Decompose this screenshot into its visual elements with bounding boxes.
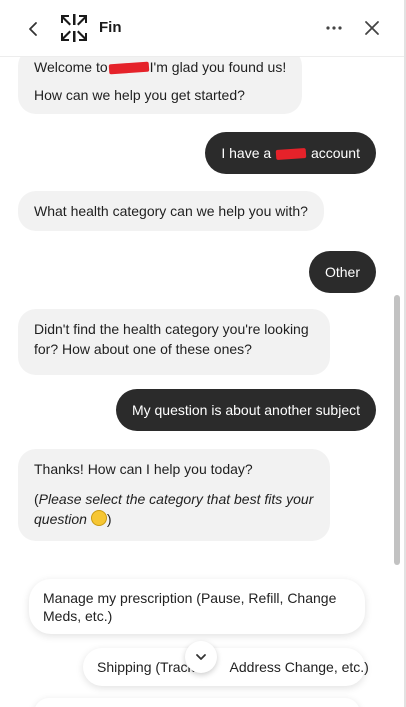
- user-account-text-start: I have a: [221, 145, 272, 161]
- option-partial[interactable]: [34, 698, 360, 707]
- scroll-down-button[interactable]: [185, 641, 217, 673]
- help-question: Thanks! How can I help you today?: [34, 461, 253, 477]
- note-close-paren: ): [106, 511, 112, 527]
- option-shipping[interactable]: Shipping (Track Address Change, etc.): [83, 648, 369, 686]
- welcome-text-start: Welcome to: [34, 59, 108, 75]
- option-manage-prescription[interactable]: Manage my prescription (Pause, Refill, C…: [29, 579, 365, 634]
- user-message-account: I have a account: [205, 132, 376, 174]
- welcome-text-end: I'm glad you found us!: [149, 59, 287, 75]
- help-note: (Please select the category that best fi…: [34, 489, 314, 529]
- smiley-icon: [90, 510, 107, 526]
- welcome-line: Welcome to I'm glad you found us!: [34, 57, 286, 77]
- chat-panel: Fin Welcome to I'm glad you found us! How…: [0, 0, 406, 707]
- redaction-mark: [108, 61, 149, 75]
- more-options-icon[interactable]: [323, 17, 345, 39]
- welcome-question: How can we help you get started?: [34, 87, 245, 103]
- shipping-text-start: Shipping (Track: [97, 659, 195, 675]
- close-icon[interactable]: [362, 18, 382, 38]
- bot-message-category: What health category can we help you wit…: [18, 191, 324, 231]
- shipping-text-end: Address Change, etc.): [229, 659, 369, 675]
- user-message-other: Other: [308, 251, 376, 293]
- conversation-area[interactable]: Welcome to I'm glad you found us! How can…: [0, 56, 404, 707]
- back-arrow-icon[interactable]: [24, 19, 44, 39]
- user-account-text-end: account: [310, 145, 360, 161]
- bot-message-help: Thanks! How can I help you today? (Pleas…: [18, 449, 330, 541]
- user-message-subject: My question is about another subject: [115, 389, 376, 431]
- chat-title: Fin: [99, 19, 122, 36]
- chat-header: Fin: [0, 0, 404, 57]
- redaction-mark: [275, 148, 307, 161]
- bot-message-suggestions: Didn't find the health category you're l…: [18, 309, 330, 375]
- scrollbar-thumb[interactable]: [394, 295, 400, 565]
- brand-logo-icon: [58, 12, 90, 44]
- bot-message-welcome: Welcome to I'm glad you found us! How can…: [18, 56, 302, 114]
- chevron-down-icon: [196, 654, 206, 660]
- note-text: Please select the category that best fit…: [34, 491, 314, 527]
